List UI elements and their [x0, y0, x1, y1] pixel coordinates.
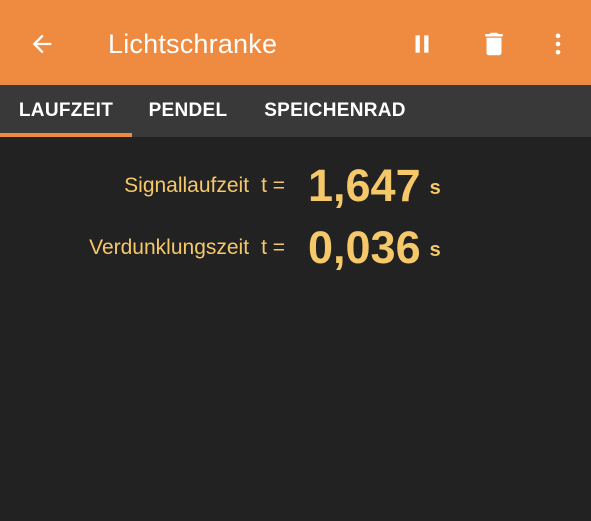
- back-button[interactable]: [22, 24, 62, 64]
- more-vert-icon: [555, 33, 561, 55]
- tab-speichenrad[interactable]: SPEICHENRAD: [244, 85, 426, 137]
- measurement-row-signallaufzeit: Signallaufzeit t = 1,647 s: [0, 156, 591, 216]
- measurement-value: 0,036 s: [308, 218, 441, 278]
- delete-icon: [485, 32, 503, 56]
- measurement-label: Signallaufzeit t =: [124, 156, 285, 216]
- arrow-back-icon: [32, 34, 52, 54]
- tab-pendel[interactable]: PENDEL: [132, 85, 244, 137]
- page-title: Lichtschranke: [108, 29, 278, 59]
- measurement-value: 1,647 s: [308, 156, 441, 216]
- measurement-number: 0,036: [308, 222, 421, 273]
- measurement-unit: s: [429, 176, 441, 199]
- measurement-row-verdunklungszeit: Verdunklungszeit t = 0,036 s: [0, 218, 591, 278]
- measurement-symbol: t =: [261, 174, 285, 197]
- tab-label: PENDEL: [148, 100, 228, 121]
- pause-icon: [415, 35, 429, 53]
- tab-selected-indicator: [0, 133, 132, 137]
- more-options-button[interactable]: [536, 22, 580, 66]
- pause-button[interactable]: [400, 22, 444, 66]
- tab-label: SPEICHENRAD: [264, 100, 406, 121]
- tab-label: LAUFZEIT: [18, 100, 114, 121]
- tab-laufzeit[interactable]: LAUFZEIT: [0, 85, 132, 137]
- measurement-symbol: t =: [261, 236, 285, 259]
- tab-bar: LAUFZEIT PENDEL SPEICHENRAD: [0, 85, 591, 137]
- app-bar: Lichtschranke: [0, 0, 591, 85]
- measurement-name: Verdunklungszeit: [89, 236, 250, 259]
- delete-button[interactable]: [472, 22, 516, 66]
- measurement-number: 1,647: [308, 160, 421, 211]
- measurement-unit: s: [429, 238, 441, 261]
- measurement-name: Signallaufzeit: [124, 174, 250, 197]
- measurement-label: Verdunklungszeit t =: [89, 218, 285, 278]
